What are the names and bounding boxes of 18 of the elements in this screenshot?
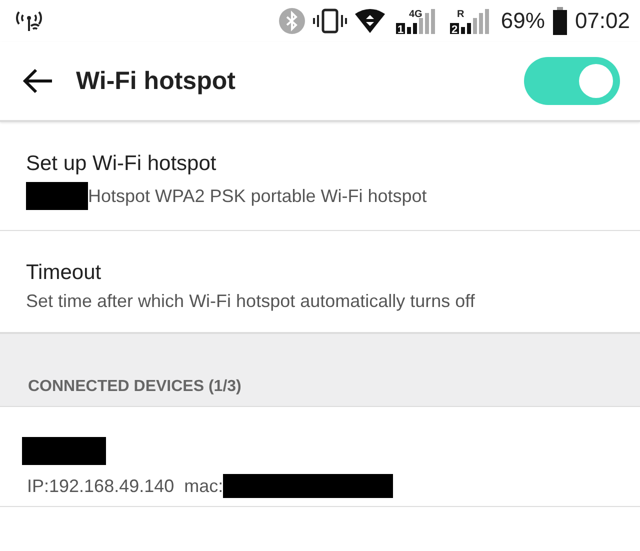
setting-title[interactable]: Timeout bbox=[26, 261, 614, 285]
vibrate-icon bbox=[312, 8, 347, 34]
setting-summary: Hotspot WPA2 PSK portable Wi-Fi hotspot bbox=[88, 186, 427, 206]
hotspot-icon bbox=[14, 9, 44, 33]
redaction-bar bbox=[26, 182, 88, 210]
battery-percentage: 69% bbox=[500, 8, 545, 34]
setting-summary: Set time after which Wi-Fi hotspot automatically turns off bbox=[26, 291, 475, 312]
mac-label: mac: bbox=[184, 476, 224, 496]
section-header: CONNECTED DEVICES (1/3) bbox=[28, 378, 242, 395]
bluetooth-icon bbox=[278, 8, 305, 34]
back-arrow-icon[interactable] bbox=[22, 68, 54, 94]
device-ip: IP:192.168.49.140 bbox=[27, 476, 174, 496]
clock: 07:02 bbox=[574, 8, 630, 34]
wifi-icon bbox=[354, 9, 385, 33]
screen-title: Wi-Fi hotspot bbox=[76, 66, 236, 96]
setting-title[interactable]: Set up Wi-Fi hotspot bbox=[26, 152, 614, 176]
battery-icon bbox=[552, 7, 567, 35]
hotspot-toggle[interactable] bbox=[524, 57, 620, 105]
